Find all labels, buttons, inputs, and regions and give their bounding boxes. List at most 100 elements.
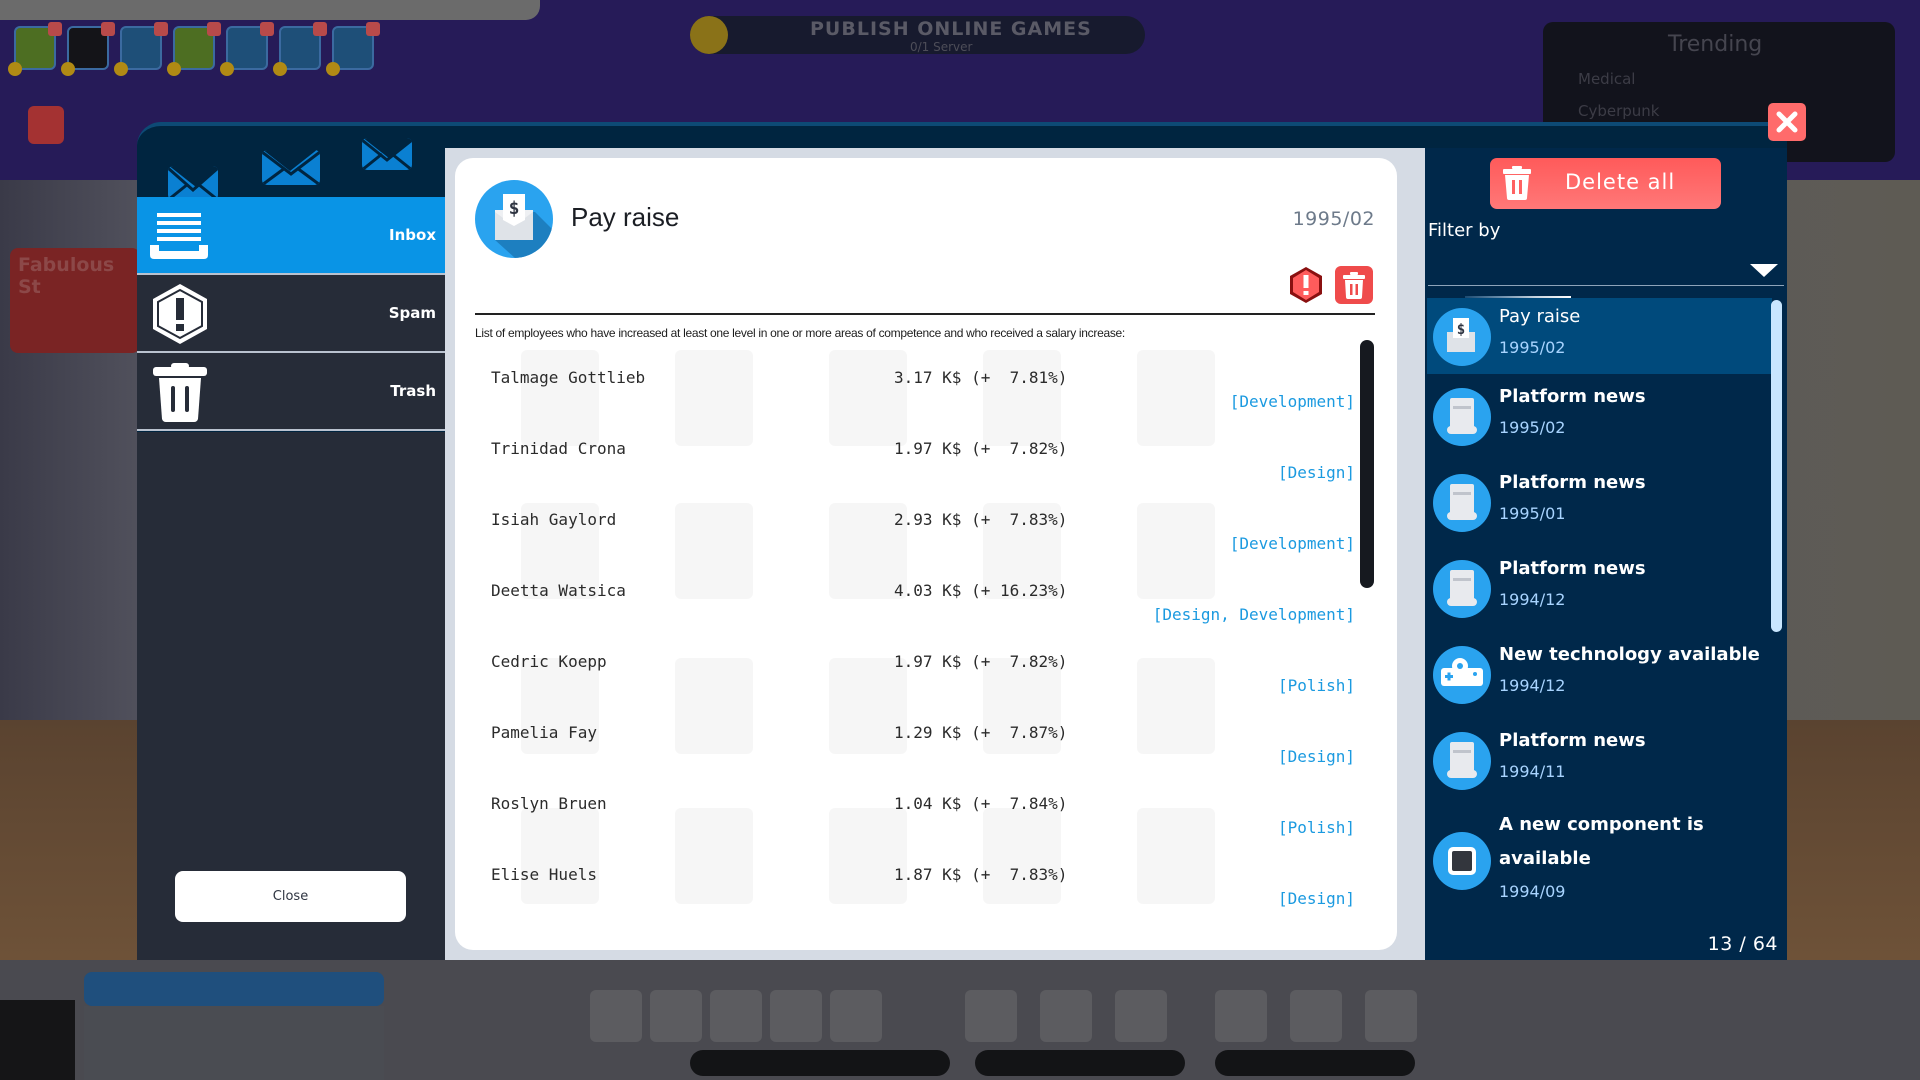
employee-name: Roslyn Bruen bbox=[491, 794, 607, 813]
lock-icon bbox=[690, 16, 728, 54]
map-button[interactable] bbox=[0, 1000, 75, 1080]
filter-dropdown[interactable] bbox=[1428, 250, 1784, 286]
toolbar-button[interactable] bbox=[965, 990, 1017, 1042]
toolbar-button[interactable] bbox=[650, 990, 702, 1042]
money-bar bbox=[975, 1050, 1185, 1076]
message-list-title: New technology available bbox=[1499, 644, 1760, 665]
message-list: $ Pay raise 1995/02 Platform news 1995/02 Pla… bbox=[1427, 298, 1772, 938]
remove-icon[interactable] bbox=[366, 22, 380, 36]
delete-all-label: Delete all bbox=[1565, 170, 1676, 194]
folder-trash[interactable]: Trash bbox=[137, 353, 446, 431]
folder-spam[interactable]: Spam bbox=[137, 275, 446, 353]
toolbar-button[interactable] bbox=[770, 990, 822, 1042]
toolbar-button[interactable] bbox=[1215, 990, 1267, 1042]
message-list-item[interactable]: Platform news 1994/11 bbox=[1427, 722, 1772, 808]
component-tile[interactable] bbox=[326, 22, 380, 76]
employee-skill-areas: [Polish] bbox=[1277, 818, 1355, 837]
employee-name: Trinidad Crona bbox=[491, 439, 626, 458]
employee-salary: 1.87 K$ (+ 7.83%) bbox=[894, 865, 1068, 884]
remove-icon[interactable] bbox=[260, 22, 274, 36]
employee-skill-areas: [Polish] bbox=[1277, 676, 1355, 695]
folder-inbox[interactable]: Inbox bbox=[137, 197, 446, 275]
publish-banner: PUBLISH ONLINE GAMES 0/1 Server bbox=[690, 16, 1145, 54]
message-card: $ Pay raise 1995/02 List of employees wh… bbox=[455, 158, 1397, 950]
message-list-title: Platform news bbox=[1499, 730, 1646, 751]
message-list-date: 1995/01 bbox=[1499, 504, 1566, 523]
delete-message-button[interactable] bbox=[1335, 266, 1373, 304]
toolbar-button[interactable] bbox=[710, 990, 762, 1042]
mail-button[interactable] bbox=[1365, 990, 1417, 1042]
console-icon bbox=[1433, 732, 1491, 790]
remove-icon[interactable] bbox=[101, 22, 115, 36]
chevron-down-icon bbox=[1750, 264, 1778, 277]
message-list-item[interactable]: Platform news 1995/02 bbox=[1427, 378, 1772, 464]
svg-text:$: $ bbox=[509, 198, 520, 219]
message-list-title: A new component is available bbox=[1499, 814, 1704, 869]
gamepad-gear-icon bbox=[1433, 646, 1491, 704]
folder-label: Trash bbox=[390, 382, 436, 400]
trash-icon[interactable] bbox=[28, 106, 64, 144]
toolbar-button[interactable] bbox=[1115, 990, 1167, 1042]
coin-icon bbox=[8, 62, 22, 76]
coin-icon bbox=[114, 62, 128, 76]
remove-icon[interactable] bbox=[313, 22, 327, 36]
toolbar-button[interactable] bbox=[1290, 990, 1342, 1042]
component-tile[interactable] bbox=[114, 22, 168, 76]
employee-row: Elise Huels 1.87 K$ (+ 7.83%) [Design] bbox=[475, 853, 1355, 924]
filter-label: Filter by bbox=[1428, 220, 1501, 241]
close-button[interactable]: Close bbox=[175, 871, 406, 922]
bottom-toolbar bbox=[0, 960, 1920, 1080]
trash-icon bbox=[153, 363, 207, 422]
toolbar-button[interactable] bbox=[590, 990, 642, 1042]
project-bar[interactable] bbox=[84, 972, 384, 1006]
message-list-scrollbar[interactable] bbox=[1771, 300, 1782, 632]
employee-skill-areas: [Design] bbox=[1277, 747, 1355, 766]
pay-raise-icon: $ bbox=[475, 180, 553, 258]
message-list-item[interactable]: $ Pay raise 1995/02 bbox=[1427, 298, 1772, 374]
svg-text:$: $ bbox=[1457, 322, 1465, 338]
message-list-item[interactable]: Platform news 1994/12 bbox=[1427, 550, 1772, 636]
console-icon bbox=[1433, 474, 1491, 532]
delete-all-button[interactable]: Delete all bbox=[1490, 158, 1721, 209]
employee-name: Pamelia Fay bbox=[491, 723, 597, 742]
component-tile[interactable] bbox=[61, 22, 115, 76]
component-tile[interactable] bbox=[220, 22, 274, 76]
fans-bar bbox=[1215, 1050, 1415, 1076]
header-divider bbox=[475, 313, 1375, 315]
remove-icon[interactable] bbox=[154, 22, 168, 36]
employee-name: Isiah Gaylord bbox=[491, 510, 617, 529]
close-icon bbox=[1776, 111, 1798, 133]
component-tile[interactable] bbox=[8, 22, 62, 76]
toolbar-button[interactable] bbox=[830, 990, 882, 1042]
message-list-title: Platform news bbox=[1499, 558, 1646, 579]
console-icon bbox=[1433, 388, 1491, 446]
message-list-item[interactable]: A new component is available 1994/09 bbox=[1427, 808, 1772, 918]
message-list-date: 1994/09 bbox=[1499, 882, 1566, 901]
message-list-date: 1995/02 bbox=[1499, 338, 1566, 357]
inbox-icon bbox=[150, 213, 208, 259]
employee-skill-areas: [Development] bbox=[1229, 534, 1355, 553]
employee-row: Isiah Gaylord 2.93 K$ (+ 7.83%) [Developme… bbox=[475, 498, 1355, 569]
message-list-item[interactable]: New technology available 1994/12 bbox=[1427, 636, 1772, 722]
close-dialog-button[interactable] bbox=[1768, 103, 1806, 141]
message-list-title: Platform news bbox=[1499, 386, 1646, 407]
envelope-icon bbox=[362, 138, 412, 170]
spam-warning-icon bbox=[153, 284, 207, 344]
employee-name: Elise Huels bbox=[491, 865, 597, 884]
component-tile[interactable] bbox=[273, 22, 327, 76]
remove-icon[interactable] bbox=[207, 22, 221, 36]
folder-label: Inbox bbox=[389, 226, 436, 244]
trending-title: Trending bbox=[1668, 32, 1763, 57]
remove-icon[interactable] bbox=[48, 22, 62, 36]
coin-icon bbox=[61, 62, 75, 76]
component-tile[interactable] bbox=[167, 22, 221, 76]
studio-card: Fabulous St bbox=[10, 248, 140, 353]
message-scrollbar[interactable] bbox=[1360, 340, 1374, 588]
report-spam-button[interactable] bbox=[1288, 266, 1324, 304]
trash-icon bbox=[1343, 272, 1365, 299]
trending-item: Medical bbox=[1578, 70, 1636, 88]
employee-name: Deetta Watsica bbox=[491, 581, 626, 600]
message-date: 1995/02 bbox=[1292, 208, 1375, 230]
message-list-item[interactable]: Platform news 1995/01 bbox=[1427, 464, 1772, 550]
toolbar-button[interactable] bbox=[1040, 990, 1092, 1042]
